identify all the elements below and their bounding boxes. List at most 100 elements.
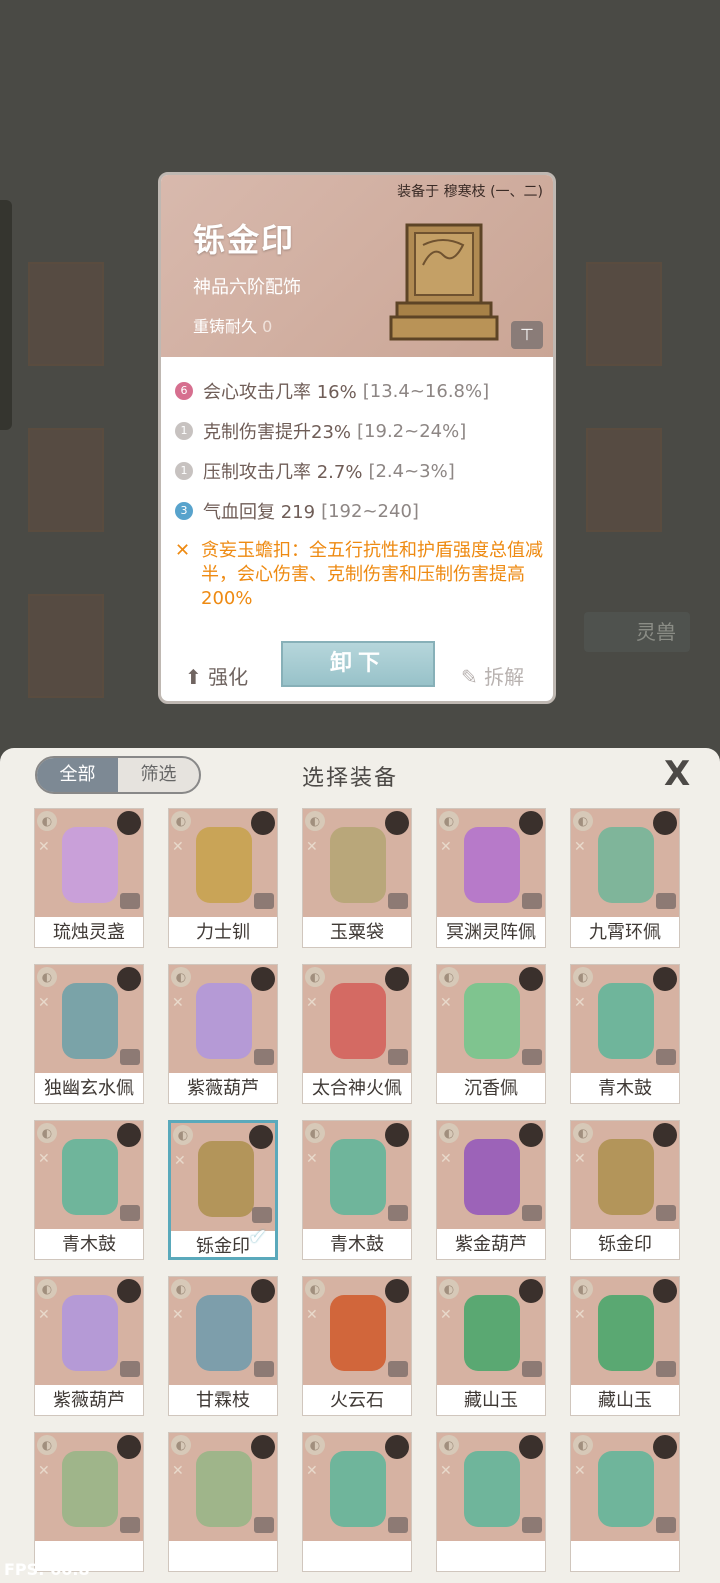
equipment-item[interactable]: ◐ ✕ 紫薇葫芦: [34, 1276, 144, 1416]
owner-portrait-icon: [251, 1435, 275, 1459]
equipment-item[interactable]: ◐ ✕ 力士钏: [168, 808, 278, 948]
panel-title: 选择装备: [302, 766, 399, 791]
equipment-item[interactable]: ◐ ✕ 火云石: [302, 1276, 412, 1416]
set-symbol-icon: ✕: [306, 839, 318, 855]
equipment-item[interactable]: ◐ ✕ 紫金葫芦: [436, 1120, 546, 1260]
equipment-item[interactable]: ◐ ✕: [570, 1432, 680, 1572]
equipment-item[interactable]: ◐ ✕ 藏山玉: [436, 1276, 546, 1416]
set-symbol-icon: ✕: [38, 839, 50, 855]
item-art: ◐ ✕: [35, 1433, 143, 1541]
quality-icon: ◐: [305, 967, 325, 987]
quality-icon: ◐: [439, 1435, 459, 1455]
upgrade-button[interactable]: ⬆ 强化: [185, 661, 248, 690]
owner-portrait-icon: [385, 1279, 409, 1303]
equipment-item[interactable]: ◐ ✕: [34, 1432, 144, 1572]
equipment-item[interactable]: ◐ ✕: [168, 1432, 278, 1572]
owner-portrait-icon: [385, 1435, 409, 1459]
item-art: ◐ ✕: [35, 965, 143, 1073]
equipment-tag-icon: [254, 1361, 274, 1377]
equipment-tag-icon: [120, 1049, 140, 1065]
owner-portrait-icon: [117, 1279, 141, 1303]
equipment-item[interactable]: ◐ ✕ 沉香佩: [436, 964, 546, 1104]
stat-level-badge: 1: [175, 422, 193, 440]
item-name: 紫薇葫芦: [53, 1390, 125, 1411]
tab-filter[interactable]: 筛选: [118, 758, 199, 792]
owner-portrait-icon: [117, 811, 141, 835]
stat-range: [19.2~24%]: [357, 420, 467, 442]
item-image: [196, 1451, 252, 1527]
durability-value: 0: [262, 317, 273, 336]
item-art: ◐ ✕: [303, 1433, 411, 1541]
item-name: 沉香佩: [464, 1078, 518, 1099]
item-art: ◐ ✕: [35, 809, 143, 917]
quality-icon: ◐: [305, 811, 325, 831]
quality-icon: ◐: [305, 1123, 325, 1143]
equipment-item[interactable]: ◐ ✕ 九霄环佩: [570, 808, 680, 948]
spirit-beast-button: 灵兽: [584, 612, 690, 652]
equipment-item[interactable]: ◐ ✕ 青木鼓: [34, 1120, 144, 1260]
equipment-tag-icon: [388, 1361, 408, 1377]
equipment-item[interactable]: ◐ ✕ 铄金印 ✔: [168, 1120, 278, 1260]
quality-icon: ◐: [573, 1123, 593, 1143]
set-symbol-icon: ✕: [172, 1307, 184, 1323]
set-symbol-icon: ✕: [38, 1151, 50, 1167]
item-image: [464, 983, 520, 1059]
item-art: ◐ ✕: [437, 1121, 545, 1229]
equipment-item[interactable]: ◐ ✕ 铄金印: [570, 1120, 680, 1260]
item-name: 青木鼓: [62, 1234, 116, 1255]
equipment-item[interactable]: ◐ ✕ 太合神火佩: [302, 964, 412, 1104]
item-image: [62, 1139, 118, 1215]
owner-portrait-icon: [117, 1435, 141, 1459]
quality-icon: ◐: [439, 1123, 459, 1143]
owner-portrait-icon: [117, 1123, 141, 1147]
set-symbol-icon: ✕: [38, 1307, 50, 1323]
owner-portrait-icon: [385, 967, 409, 991]
quality-icon: ◐: [573, 967, 593, 987]
close-icon[interactable]: X: [664, 754, 690, 794]
item-image: [62, 983, 118, 1059]
equipment-item[interactable]: ◐ ✕: [302, 1432, 412, 1572]
equipment-tag-icon: [522, 1361, 542, 1377]
item-image: [598, 1139, 654, 1215]
quality-icon: ◐: [37, 967, 57, 987]
set-symbol-icon: ✕: [440, 1463, 452, 1479]
item-image: [464, 1139, 520, 1215]
equipment-item[interactable]: ◐ ✕ 冥渊灵阵佩: [436, 808, 546, 948]
item-image: [198, 1141, 254, 1217]
set-symbol-icon: ✕: [574, 1151, 586, 1167]
item-art: ◐ ✕: [303, 965, 411, 1073]
equipment-item[interactable]: ◐ ✕ 独幽玄水佩: [34, 964, 144, 1104]
item-name: 太合神火佩: [312, 1078, 402, 1099]
item-art: ◐ ✕: [169, 965, 277, 1073]
item-name: 藏山玉: [464, 1390, 518, 1411]
seal-item-image: [389, 223, 499, 341]
stat-level-badge: 1: [175, 462, 193, 480]
equipment-item[interactable]: ◐ ✕ 甘霖枝: [168, 1276, 278, 1416]
owner-portrait-icon: [653, 1435, 677, 1459]
owner-portrait-icon: [653, 1123, 677, 1147]
item-name: [303, 1541, 411, 1573]
unequip-button[interactable]: 卸下: [281, 641, 435, 687]
equipment-item[interactable]: ◐ ✕ 青木鼓: [570, 964, 680, 1104]
item-art: ◐ ✕: [437, 965, 545, 1073]
durability: 重铸耐久 0: [193, 313, 272, 337]
tab-all[interactable]: 全部: [37, 758, 118, 792]
equipment-item[interactable]: ◐ ✕ 玉粟袋: [302, 808, 412, 948]
equipment-item[interactable]: ◐ ✕ 藏山玉: [570, 1276, 680, 1416]
owner-portrait-icon: [117, 967, 141, 991]
item-image: [598, 827, 654, 903]
equipment-tag-icon: [522, 1205, 542, 1221]
equipment-item[interactable]: ◐ ✕ 紫薇葫芦: [168, 964, 278, 1104]
owner-portrait-icon: [251, 967, 275, 991]
equipment-tag-icon[interactable]: ⊤: [511, 321, 543, 349]
set-symbol-icon: ✕: [440, 839, 452, 855]
item-art: ◐ ✕: [35, 1121, 143, 1229]
dismantle-button[interactable]: ✎ 拆解: [461, 661, 524, 690]
equipment-item[interactable]: ◐ ✕ 琉烛灵盏: [34, 808, 144, 948]
up-arrow-icon: ⬆: [185, 665, 202, 689]
item-art: ◐ ✕: [303, 809, 411, 917]
stat-text: 克制伤害提升23%: [203, 422, 352, 443]
equipment-item[interactable]: ◐ ✕: [436, 1432, 546, 1572]
set-symbol-icon: ✕: [306, 1307, 318, 1323]
equipment-item[interactable]: ◐ ✕ 青木鼓: [302, 1120, 412, 1260]
